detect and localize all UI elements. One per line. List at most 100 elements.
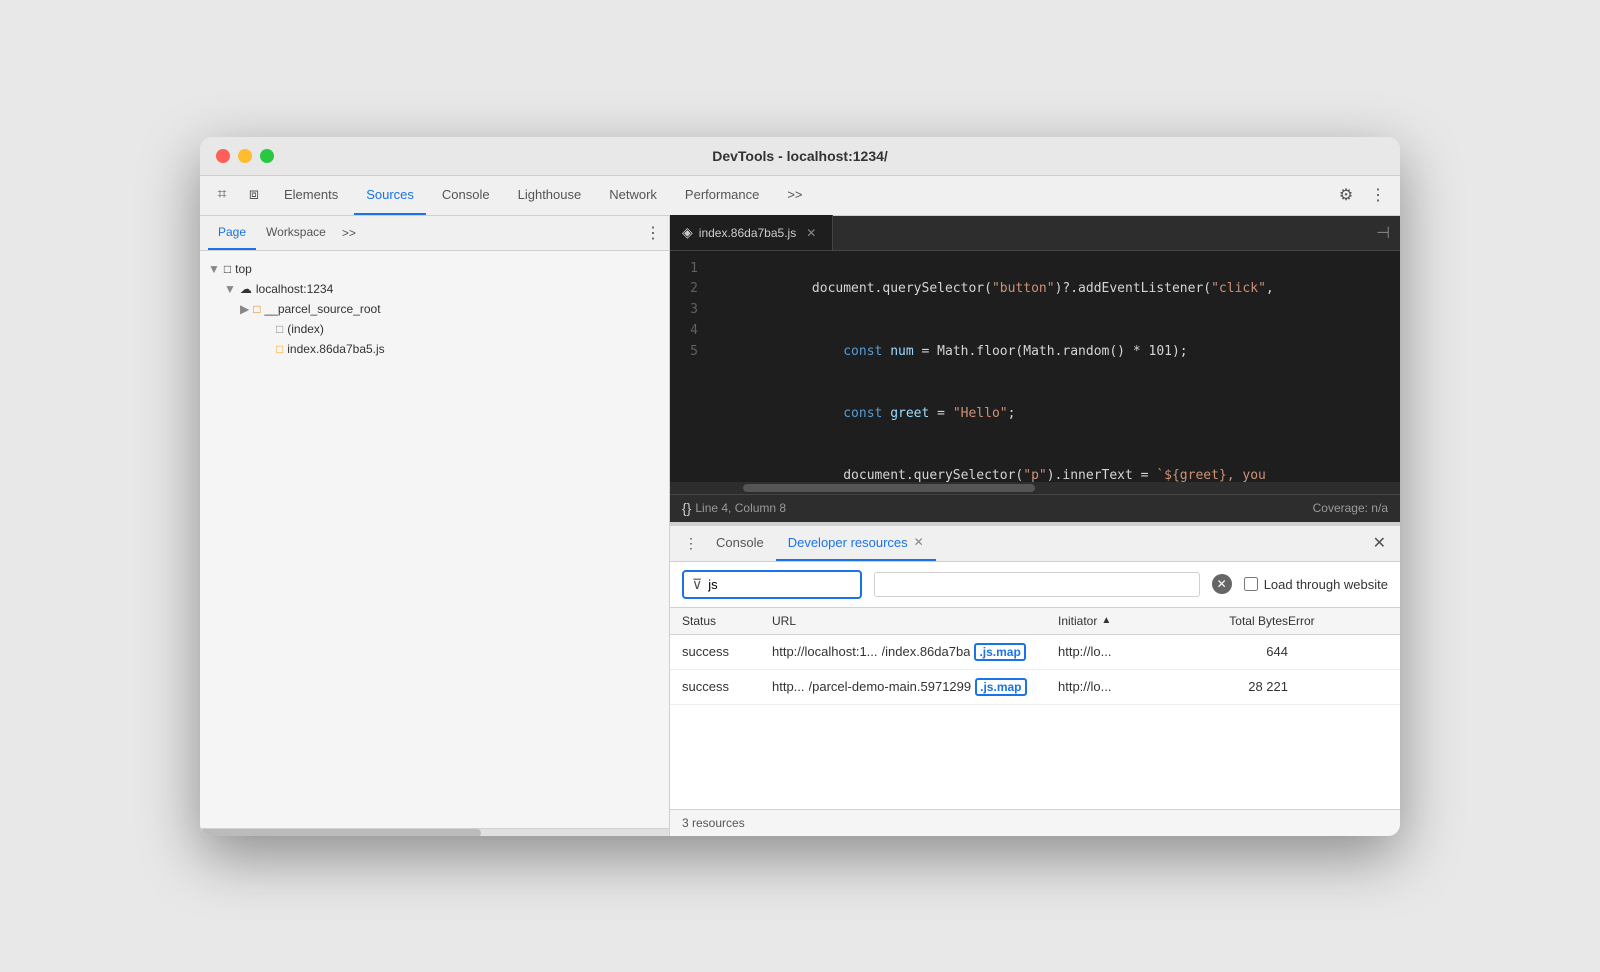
- row2-url-start: http...: [772, 679, 805, 694]
- left-panel: Page Workspace >> ⋮ ▼ □ top ▼: [200, 216, 670, 836]
- tree-label-parcel: __parcel_source_root: [264, 302, 380, 316]
- row1-url: http://localhost:1... /index.86da7ba .js…: [772, 643, 1058, 661]
- cloud-icon: ☁: [240, 282, 252, 296]
- tab-workspace[interactable]: Workspace: [256, 215, 336, 250]
- coverage-status: Coverage: n/a: [1313, 501, 1388, 515]
- format-icon[interactable]: {}: [682, 500, 691, 516]
- code-scrollbar-thumb: [743, 484, 1035, 492]
- developer-resources-content: ⊽ ✕ Load through website: [670, 562, 1400, 836]
- code-line-2: const num = Math.floor(Math.random() * 1…: [710, 321, 1400, 383]
- row2-status: success: [682, 679, 772, 694]
- tree-arrow-top: ▼: [208, 262, 220, 276]
- tree-item-localhost[interactable]: ▼ ☁ localhost:1234: [200, 279, 669, 299]
- col-header-error: Error: [1288, 614, 1388, 628]
- devtools-window: DevTools - localhost:1234/ ⌗ ⧈ Elements …: [200, 137, 1400, 836]
- tree-item-index-js[interactable]: □ index.86da7ba5.js: [200, 339, 669, 359]
- left-panel-menu-icon[interactable]: ⋮: [645, 223, 661, 243]
- filter-input-wrapper: ⊽: [682, 570, 862, 599]
- row2-url: http... /parcel-demo-main.5971299 .js.ma…: [772, 678, 1058, 696]
- tree-label-localhost: localhost:1234: [256, 282, 333, 296]
- tab-more[interactable]: >>: [775, 175, 814, 215]
- main-content: Page Workspace >> ⋮ ▼ □ top ▼: [200, 216, 1400, 836]
- table-row[interactable]: success http://localhost:1... /index.86d…: [670, 635, 1400, 670]
- initiator-sort-arrow: ▲: [1101, 615, 1111, 626]
- code-line-4: document.querySelector("p").innerText = …: [710, 446, 1400, 482]
- left-panel-scrollbar[interactable]: [200, 828, 669, 836]
- bottom-panel: ⋮ Console Developer resources ✕ ✕: [670, 526, 1400, 836]
- col-header-bytes: Total Bytes: [1178, 614, 1288, 628]
- tab-page[interactable]: Page: [208, 215, 256, 250]
- toolbar-right: ⚙ ⋮: [1332, 181, 1392, 209]
- resources-table: Status URL Initiator ▲ Total Bytes Error: [670, 608, 1400, 809]
- editor-tab-index-js[interactable]: ◈ index.86da7ba5.js ✕: [670, 215, 833, 250]
- tab-lighthouse[interactable]: Lighthouse: [506, 175, 594, 215]
- row1-bytes: 644: [1178, 644, 1288, 659]
- resources-footer: 3 resources: [670, 809, 1400, 836]
- tab-console[interactable]: Console: [430, 175, 502, 215]
- row2-initiator: http://lo...: [1058, 679, 1178, 694]
- settings-icon[interactable]: ⚙: [1332, 181, 1360, 209]
- tree-label-index-js: index.86da7ba5.js: [287, 342, 384, 356]
- device-toolbar-icon[interactable]: ⧈: [240, 181, 268, 209]
- load-through-website-label: Load through website: [1264, 577, 1388, 592]
- bottom-tab-devresources[interactable]: Developer resources ✕: [776, 525, 936, 561]
- filter-input[interactable]: [708, 577, 788, 592]
- editor-tab-close-icon[interactable]: ✕: [802, 224, 820, 242]
- filter-icon: ⊽: [692, 576, 702, 593]
- filter-bar: ⊽ ✕ Load through website: [670, 562, 1400, 608]
- table-header: Status URL Initiator ▲ Total Bytes Error: [670, 608, 1400, 635]
- tab-performance[interactable]: Performance: [673, 175, 771, 215]
- left-scrollbar-thumb: [200, 829, 481, 836]
- row2-url-highlight: .js.map: [975, 678, 1026, 696]
- bottom-panel-close-icon[interactable]: ✕: [1367, 533, 1392, 553]
- tab-network[interactable]: Network: [597, 175, 669, 215]
- line-numbers: 1 2 3 4 5: [670, 251, 710, 482]
- tree-label-top: top: [235, 262, 252, 276]
- load-through-website-checkbox[interactable]: [1244, 577, 1258, 591]
- minimize-button[interactable]: [238, 149, 252, 163]
- tree-arrow-parcel: ▶: [240, 302, 249, 316]
- row1-initiator: http://lo...: [1058, 644, 1178, 659]
- bottom-tabs: ⋮ Console Developer resources ✕ ✕: [670, 526, 1400, 562]
- bottom-tab-more-icon[interactable]: ⋮: [678, 535, 704, 552]
- editor-tabbar: ◈ index.86da7ba5.js ✕ ⊣: [670, 216, 1400, 251]
- more-options-icon[interactable]: ⋮: [1364, 181, 1392, 209]
- row1-url-highlight: .js.map: [974, 643, 1025, 661]
- tab-elements[interactable]: Elements: [272, 175, 350, 215]
- code-content[interactable]: document.querySelector("button")?.addEve…: [710, 251, 1400, 482]
- traffic-lights: [216, 149, 274, 163]
- row2-bytes: 28 221: [1178, 679, 1288, 694]
- left-tabs: Page Workspace >> ⋮: [200, 216, 669, 251]
- code-line-1: document.querySelector("button")?.addEve…: [710, 259, 1400, 321]
- titlebar: DevTools - localhost:1234/: [200, 137, 1400, 176]
- file-tree: ▼ □ top ▼ ☁ localhost:1234 ▶ □ __parcel_…: [200, 251, 669, 828]
- filter-clear-button[interactable]: ✕: [1212, 574, 1232, 594]
- code-scrollbar[interactable]: [670, 482, 1400, 494]
- col-header-url: URL: [772, 614, 1058, 628]
- devtools-toolbar: ⌗ ⧈ Elements Sources Console Lighthouse …: [200, 176, 1400, 216]
- devresources-tab-close-icon[interactable]: ✕: [914, 535, 924, 549]
- sidebar-toggle-icon[interactable]: ⊣: [1366, 223, 1400, 243]
- editor-tab-label: index.86da7ba5.js: [699, 226, 796, 240]
- col-header-status: Status: [682, 614, 772, 628]
- url-filter-input[interactable]: [874, 572, 1200, 597]
- js-file-icon: ◈: [682, 224, 693, 241]
- load-through-website-option: Load through website: [1244, 577, 1388, 592]
- row1-url-middle: /index.86da7ba: [882, 644, 971, 659]
- maximize-button[interactable]: [260, 149, 274, 163]
- tab-sources[interactable]: Sources: [354, 175, 426, 215]
- col-header-initiator[interactable]: Initiator ▲: [1058, 614, 1178, 628]
- close-button[interactable]: [216, 149, 230, 163]
- code-area: 1 2 3 4 5 document.querySelector("button…: [670, 251, 1400, 482]
- inspect-element-icon[interactable]: ⌗: [208, 181, 236, 209]
- tree-item-top[interactable]: ▼ □ top: [200, 259, 669, 279]
- left-tab-more[interactable]: >>: [336, 226, 362, 240]
- file-icon-index: □: [276, 322, 283, 336]
- tree-item-index[interactable]: □ (index): [200, 319, 669, 339]
- status-bar: {} Line 4, Column 8 Coverage: n/a: [670, 494, 1400, 522]
- table-row[interactable]: success http... /parcel-demo-main.597129…: [670, 670, 1400, 705]
- tree-item-parcel-root[interactable]: ▶ □ __parcel_source_root: [200, 299, 669, 319]
- code-line-3: const greet = "Hello";: [710, 383, 1400, 445]
- bottom-tab-console[interactable]: Console: [704, 525, 776, 561]
- folder-icon-top: □: [224, 262, 231, 276]
